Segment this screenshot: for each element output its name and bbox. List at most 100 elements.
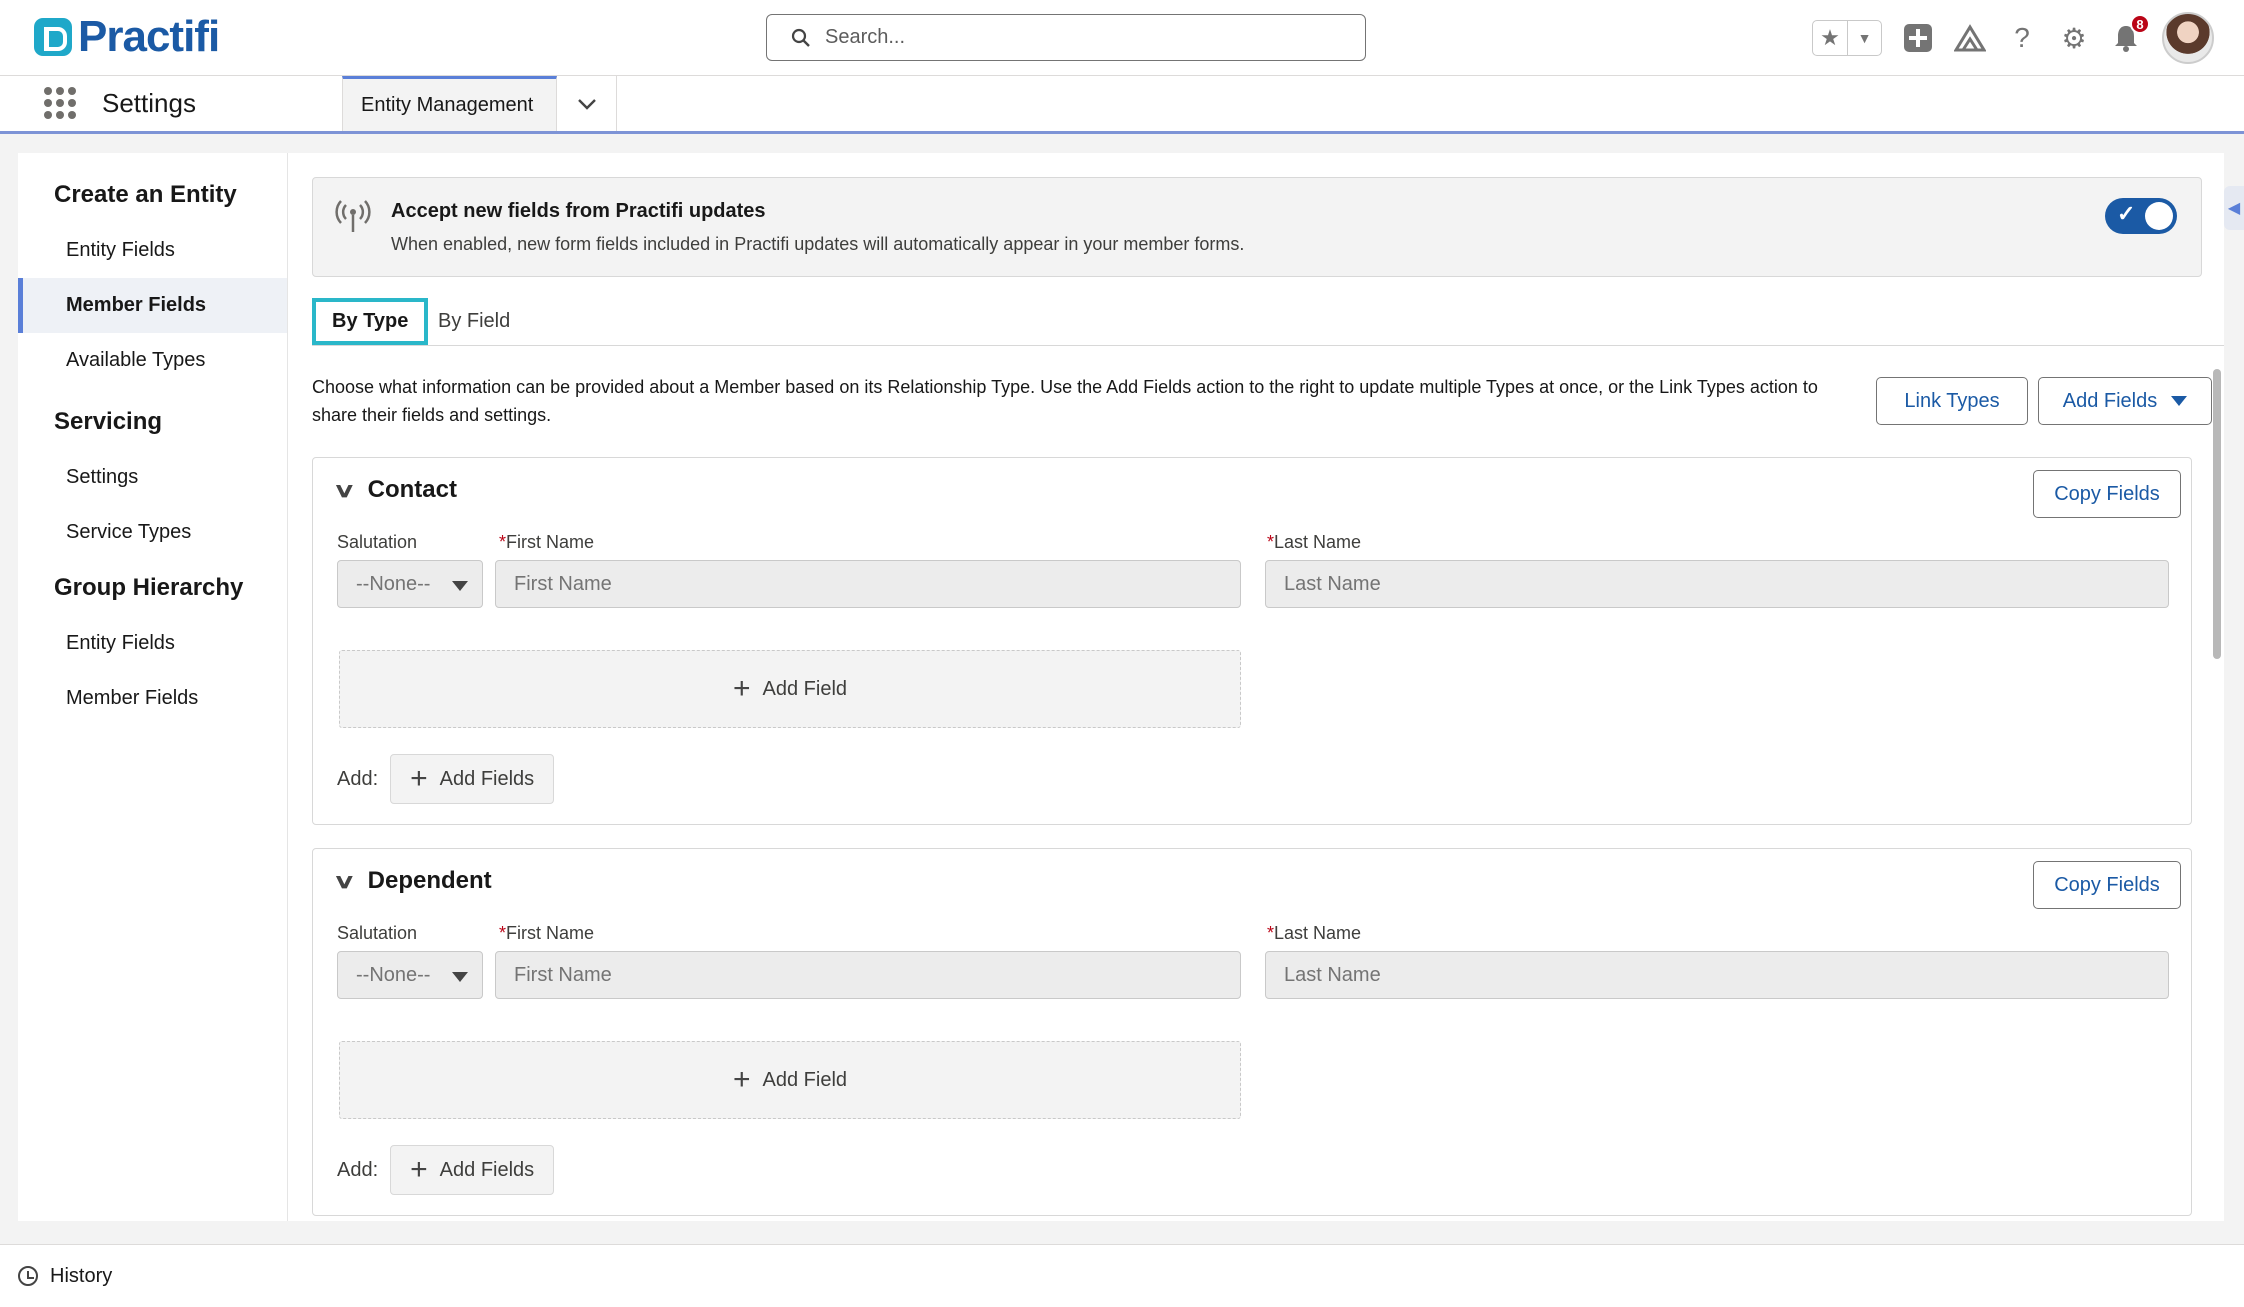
add-prefix: Add: [337, 767, 379, 790]
app-name: Settings [102, 88, 196, 118]
clock-icon [18, 1266, 38, 1286]
header-actions: ★ ▼ ? ⚙ 8 [1812, 12, 2214, 64]
toggle-knob [2145, 202, 2173, 230]
check-icon: ✓ [2117, 201, 2136, 226]
link-types-button[interactable]: Link Types [1876, 377, 2028, 425]
sidebar-group-group-hierarchy: Group Hierarchy [54, 574, 244, 601]
intro-text: Choose what information can be provided … [312, 377, 1818, 425]
global-search[interactable] [766, 14, 1366, 61]
add-field-label: Add Field [762, 1068, 848, 1091]
search-input[interactable] [825, 26, 1345, 49]
dropdown-arrow-icon [452, 581, 468, 591]
plus-icon: + [732, 1063, 751, 1096]
add-field-label: Add Field [762, 677, 848, 700]
first-name-label: *First Name [499, 923, 595, 943]
card-header[interactable]: ∨ Contact [333, 476, 457, 504]
type-card-contact: ∨ Contact Copy Fields Salutation *First … [312, 457, 2192, 825]
caret-down-icon [2171, 396, 2188, 406]
scrollbar-thumb[interactable] [2213, 369, 2221, 659]
accept-updates-toggle[interactable]: ✓ [2105, 198, 2177, 234]
plus-icon: + [410, 1153, 428, 1186]
notification-badge: 8 [2130, 14, 2150, 34]
sidebar-item-settings[interactable]: Settings [18, 450, 287, 505]
sidebar-item-group-member-fields[interactable]: Member Fields [18, 671, 287, 726]
sidebar-item-entity-fields[interactable]: Entity Fields [18, 223, 287, 278]
global-header: Practifi ★ ▼ ? ⚙ 8 [0, 0, 2244, 76]
sidebar-group-create-entity: Create an Entity [54, 181, 237, 208]
broadcast-icon [335, 198, 371, 234]
app-nav-bar: Settings Entity Management [0, 76, 2244, 134]
sidebar-item-group-entity-fields[interactable]: Entity Fields [18, 616, 287, 671]
sidebar-group-servicing: Servicing [54, 408, 163, 435]
salutation-label: Salutation [337, 923, 418, 943]
global-actions-icon[interactable] [1902, 22, 1934, 54]
logo-text: Practifi [78, 12, 220, 61]
add-row: Add: + Add Fields [337, 754, 555, 804]
nav-more-button[interactable] [557, 76, 617, 131]
plus-icon: + [732, 672, 751, 705]
last-name-field[interactable] [1265, 951, 2169, 999]
first-name-field[interactable] [495, 560, 1241, 608]
first-name-label: *First Name [499, 532, 595, 552]
view-tabs: By Type By Field [312, 298, 2224, 346]
practifi-logo[interactable]: Practifi [34, 12, 220, 61]
updates-banner: Accept new fields from Practifi updates … [312, 177, 2202, 277]
add-field-dropzone[interactable]: + Add Field [339, 650, 1241, 728]
chevron-down-icon[interactable]: ∨ [333, 869, 356, 894]
gear-icon[interactable]: ⚙ [2058, 22, 2090, 54]
add-fields-label: Add Fields [439, 1158, 535, 1181]
settings-sidebar: Create an Entity Entity Fields Member Fi… [18, 153, 288, 1221]
app-launcher-icon[interactable] [44, 87, 76, 119]
last-name-field[interactable] [1265, 560, 2169, 608]
last-name-label: *Last Name [1267, 923, 1362, 943]
add-prefix: Add: [337, 1158, 379, 1181]
required-marker: * [499, 923, 507, 943]
sidebar-item-member-fields[interactable]: Member Fields [18, 278, 287, 333]
dropdown-arrow-icon [452, 972, 468, 982]
add-row: Add: + Add Fields [337, 1145, 555, 1195]
banner-description: When enabled, new form fields included i… [391, 234, 1245, 254]
bell-icon[interactable]: 8 [2110, 14, 2150, 54]
add-fields-menu-button[interactable]: Add Fields [2038, 377, 2212, 425]
tab-entity-management[interactable]: Entity Management [342, 76, 557, 131]
tab-by-field[interactable]: By Field [422, 298, 526, 345]
utility-bar: History [0, 1244, 2244, 1307]
banner-title: Accept new fields from Practifi updates [391, 200, 766, 222]
favorites-dropdown-icon[interactable]: ▼ [1847, 21, 1881, 55]
star-icon[interactable]: ★ [1813, 21, 1847, 55]
search-icon [791, 28, 810, 47]
card-header[interactable]: ∨ Dependent [333, 867, 492, 895]
type-card-dependent: ∨ Dependent Copy Fields Salutation *Firs… [312, 848, 2192, 1216]
copy-fields-button[interactable]: Copy Fields [2033, 470, 2181, 518]
salutation-select[interactable]: --None-- [337, 951, 483, 999]
add-fields-button[interactable]: + Add Fields [390, 754, 555, 804]
required-marker: * [1267, 923, 1275, 943]
add-fields-label: Add Fields [439, 767, 535, 790]
required-marker: * [499, 532, 507, 552]
help-icon[interactable]: ? [2006, 22, 2038, 54]
card-title: Dependent [367, 867, 492, 894]
practifi-logo-icon [34, 18, 72, 56]
plus-icon: + [410, 762, 428, 795]
add-fields-label: Add Fields [2062, 389, 2158, 412]
tab-by-type[interactable]: By Type [312, 298, 429, 345]
salutation-value: --None-- [356, 963, 431, 986]
chevron-down-icon [577, 98, 596, 110]
salutation-value: --None-- [356, 572, 431, 595]
history-button[interactable]: History [50, 1265, 112, 1288]
copy-fields-button[interactable]: Copy Fields [2033, 861, 2181, 909]
favorites-group: ★ ▼ [1812, 20, 1882, 56]
first-name-field[interactable] [495, 951, 1241, 999]
add-field-dropzone[interactable]: + Add Field [339, 1041, 1241, 1119]
chevron-down-icon[interactable]: ∨ [333, 478, 356, 503]
sidebar-item-available-types[interactable]: Available Types [18, 333, 287, 388]
salutation-select[interactable]: --None-- [337, 560, 483, 608]
side-panel-handle-icon[interactable]: ◀ [2224, 186, 2244, 230]
sidebar-item-service-types[interactable]: Service Types [18, 505, 287, 560]
card-title: Contact [367, 476, 457, 503]
user-avatar[interactable] [2162, 12, 2214, 64]
add-fields-button[interactable]: + Add Fields [390, 1145, 555, 1195]
trailhead-icon[interactable] [1954, 22, 1986, 54]
member-fields-panel: Accept new fields from Practifi updates … [288, 153, 2224, 1221]
main-scrollbar[interactable] [2210, 353, 2224, 1213]
